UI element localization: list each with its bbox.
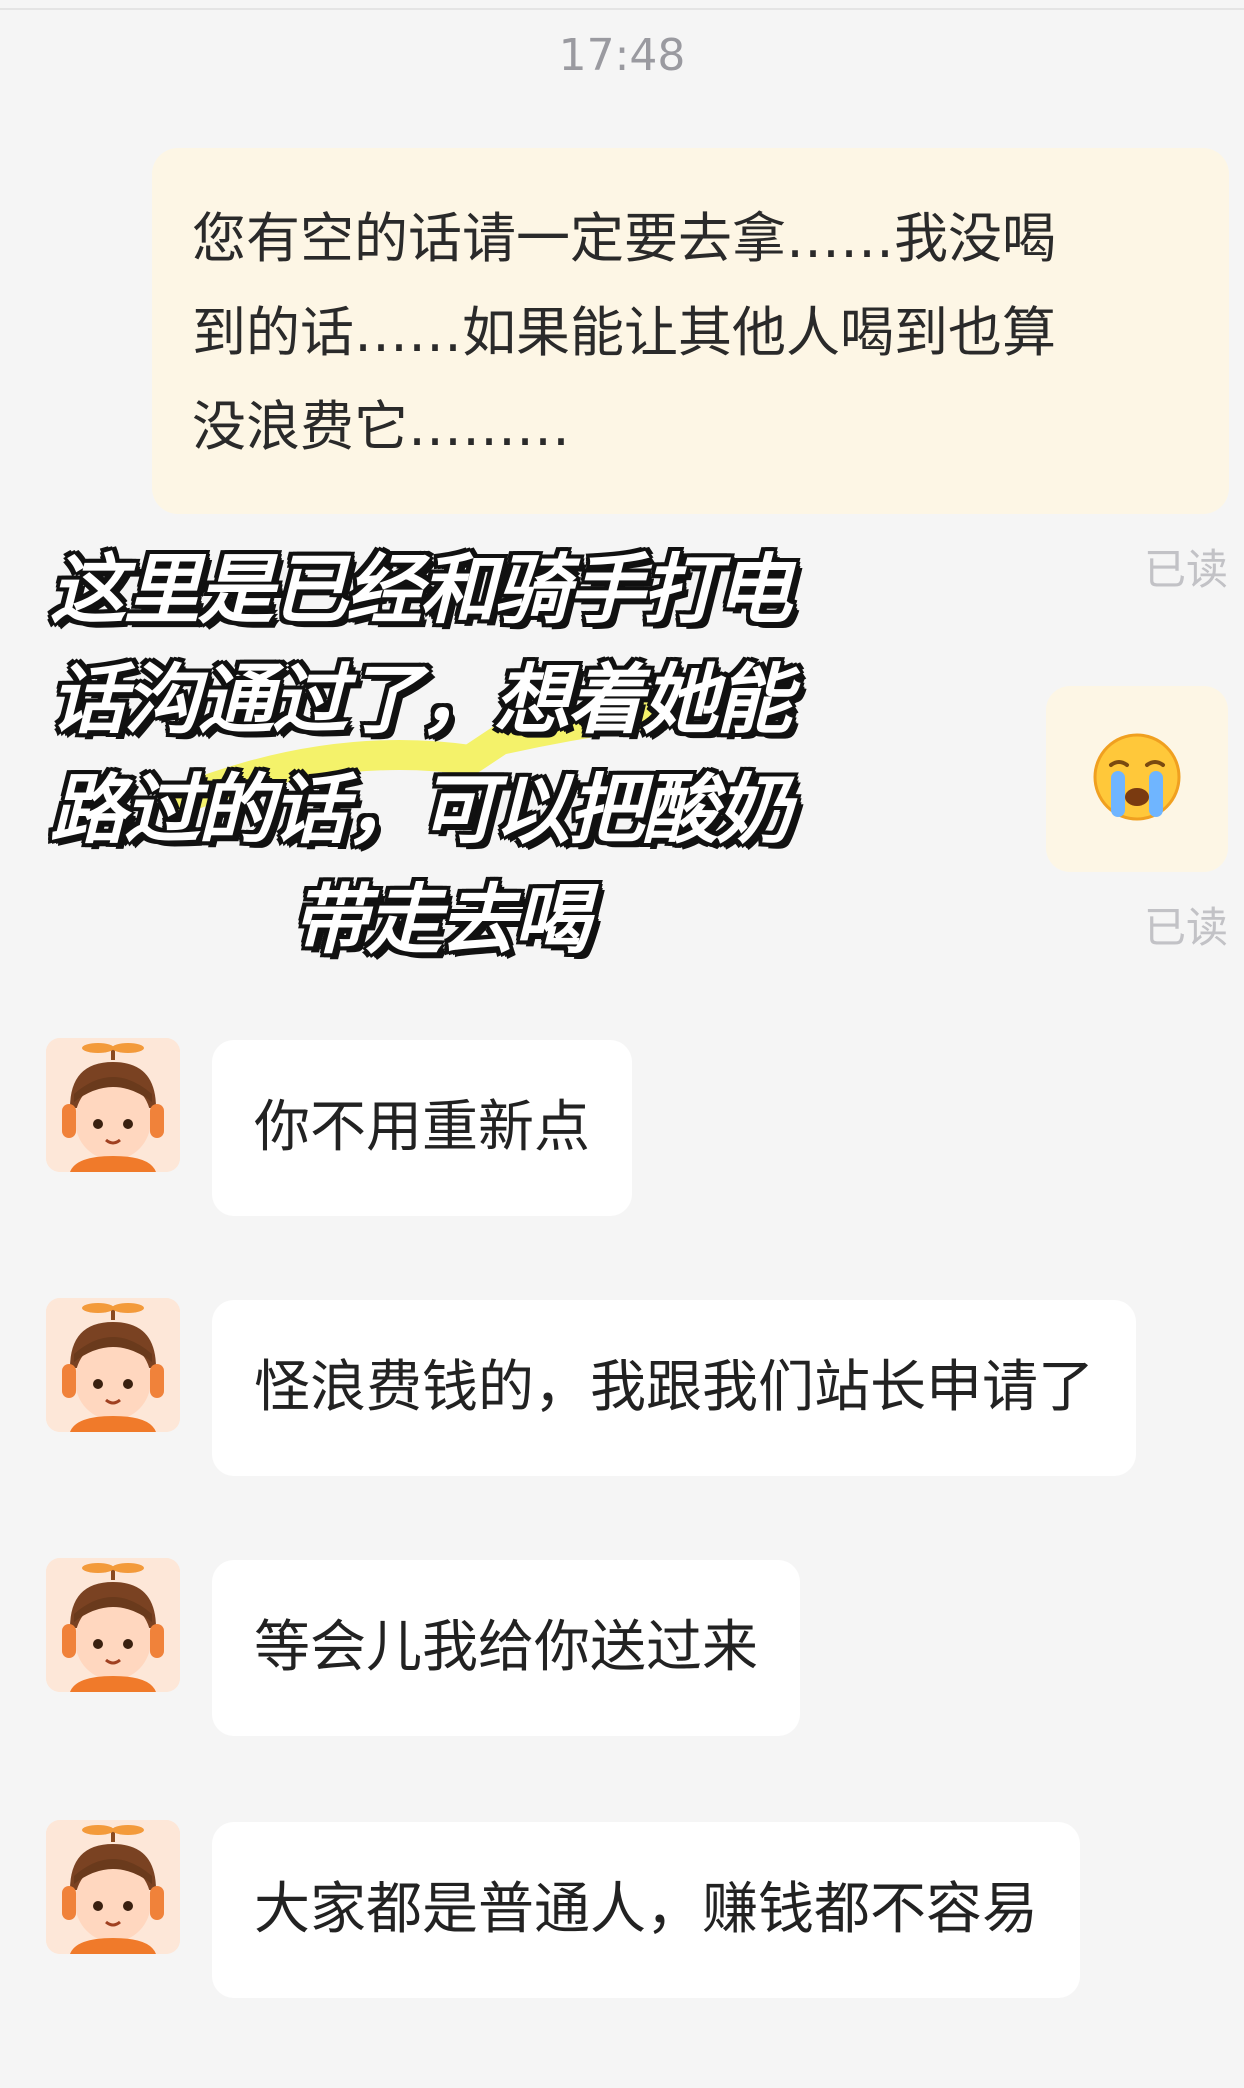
rider-avatar-icon xyxy=(46,1038,180,1172)
message-timestamp: 17:48 xyxy=(558,30,686,81)
rider-avatar-icon xyxy=(46,1558,180,1692)
crying-face-icon xyxy=(1093,733,1181,821)
message-line: 到的话……如果能让其他人喝到也算 xyxy=(192,301,1056,364)
incoming-message-bubble[interactable]: 等会儿我给你送过来 xyxy=(212,1560,800,1736)
avatar[interactable] xyxy=(46,1298,180,1432)
rider-avatar-icon xyxy=(46,1298,180,1432)
caption-line: 这里是已经和骑手打电 xyxy=(50,545,792,634)
message-line: 没浪费它……… xyxy=(192,395,570,458)
message-line: 您有空的话请一定要去拿……我没喝 xyxy=(192,207,1056,270)
rider-avatar-icon xyxy=(46,1820,180,1954)
incoming-message-bubble[interactable]: 怪浪费钱的，我跟我们站长申请了 xyxy=(212,1300,1136,1476)
incoming-message-bubble[interactable]: 你不用重新点 xyxy=(212,1040,632,1216)
caption-line: 路过的话，可以把酸奶 xyxy=(50,765,792,854)
caption-line: 话沟通过了，想着她能 xyxy=(50,655,792,744)
avatar[interactable] xyxy=(46,1038,180,1172)
avatar[interactable] xyxy=(46,1558,180,1692)
top-divider xyxy=(0,8,1244,10)
incoming-message-bubble[interactable]: 大家都是普通人，赚钱都不容易 xyxy=(212,1822,1080,1998)
caption-line: 带走去喝 xyxy=(292,875,590,964)
avatar[interactable] xyxy=(46,1820,180,1954)
read-status: 已读 xyxy=(1143,545,1228,594)
outgoing-sticker-bubble[interactable] xyxy=(1046,686,1228,872)
overlay-caption: 这里是已经和骑手打电 话沟通过了，想着她能 路过的话，可以把酸奶 带走去喝 xyxy=(50,540,850,980)
read-status: 已读 xyxy=(1143,903,1228,952)
outgoing-message-bubble[interactable]: 您有空的话请一定要去拿……我没喝 到的话……如果能让其他人喝到也算 没浪费它……… xyxy=(152,148,1229,514)
